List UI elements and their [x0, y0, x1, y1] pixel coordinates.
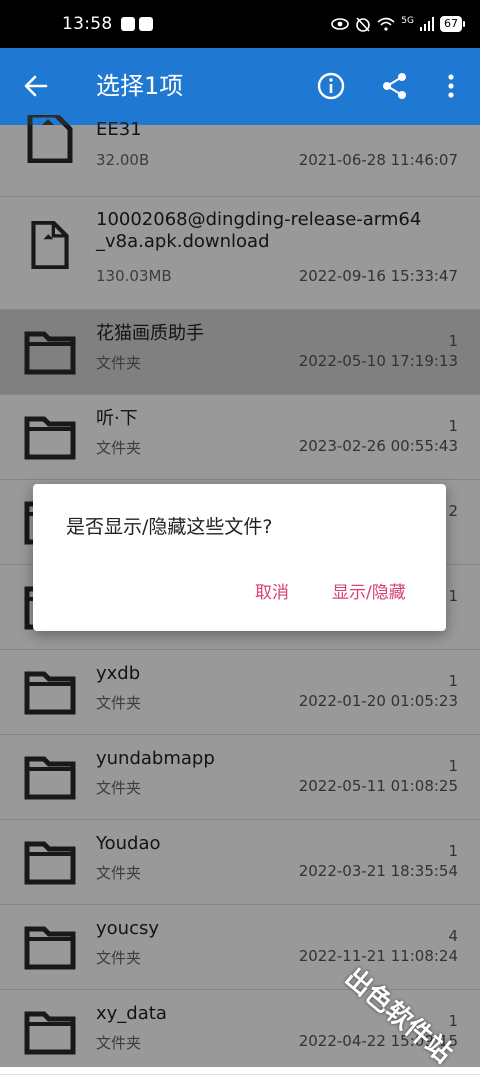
- share-icon[interactable]: [377, 68, 413, 104]
- battery-level: 67: [440, 16, 465, 32]
- eye-icon: [331, 18, 350, 30]
- status-time: 13:58: [62, 14, 113, 34]
- alarm-off-icon: [356, 17, 371, 32]
- notification-app-icon: [138, 17, 153, 31]
- page-title: 选择1项: [96, 72, 184, 100]
- show-hide-button[interactable]: 显示/隐藏: [332, 578, 406, 603]
- status-bar: 13:58 5G 67: [0, 0, 480, 48]
- cancel-button[interactable]: 取消: [255, 578, 289, 603]
- signal-icon: [420, 17, 434, 31]
- confirm-dialog: 是否显示/隐藏这些文件? 取消 显示/隐藏: [33, 484, 446, 631]
- dialog-message: 是否显示/隐藏这些文件?: [66, 516, 273, 538]
- info-icon[interactable]: [313, 68, 349, 104]
- network-type: 5G: [401, 16, 414, 26]
- back-arrow-icon[interactable]: [20, 70, 52, 102]
- status-right: 5G 67: [331, 16, 465, 32]
- notification-icons: [120, 17, 153, 31]
- app-bar: 选择1项: [0, 48, 480, 125]
- wifi-icon: [377, 17, 395, 31]
- more-vert-icon[interactable]: [433, 68, 469, 104]
- notification-app-icon: [120, 17, 135, 31]
